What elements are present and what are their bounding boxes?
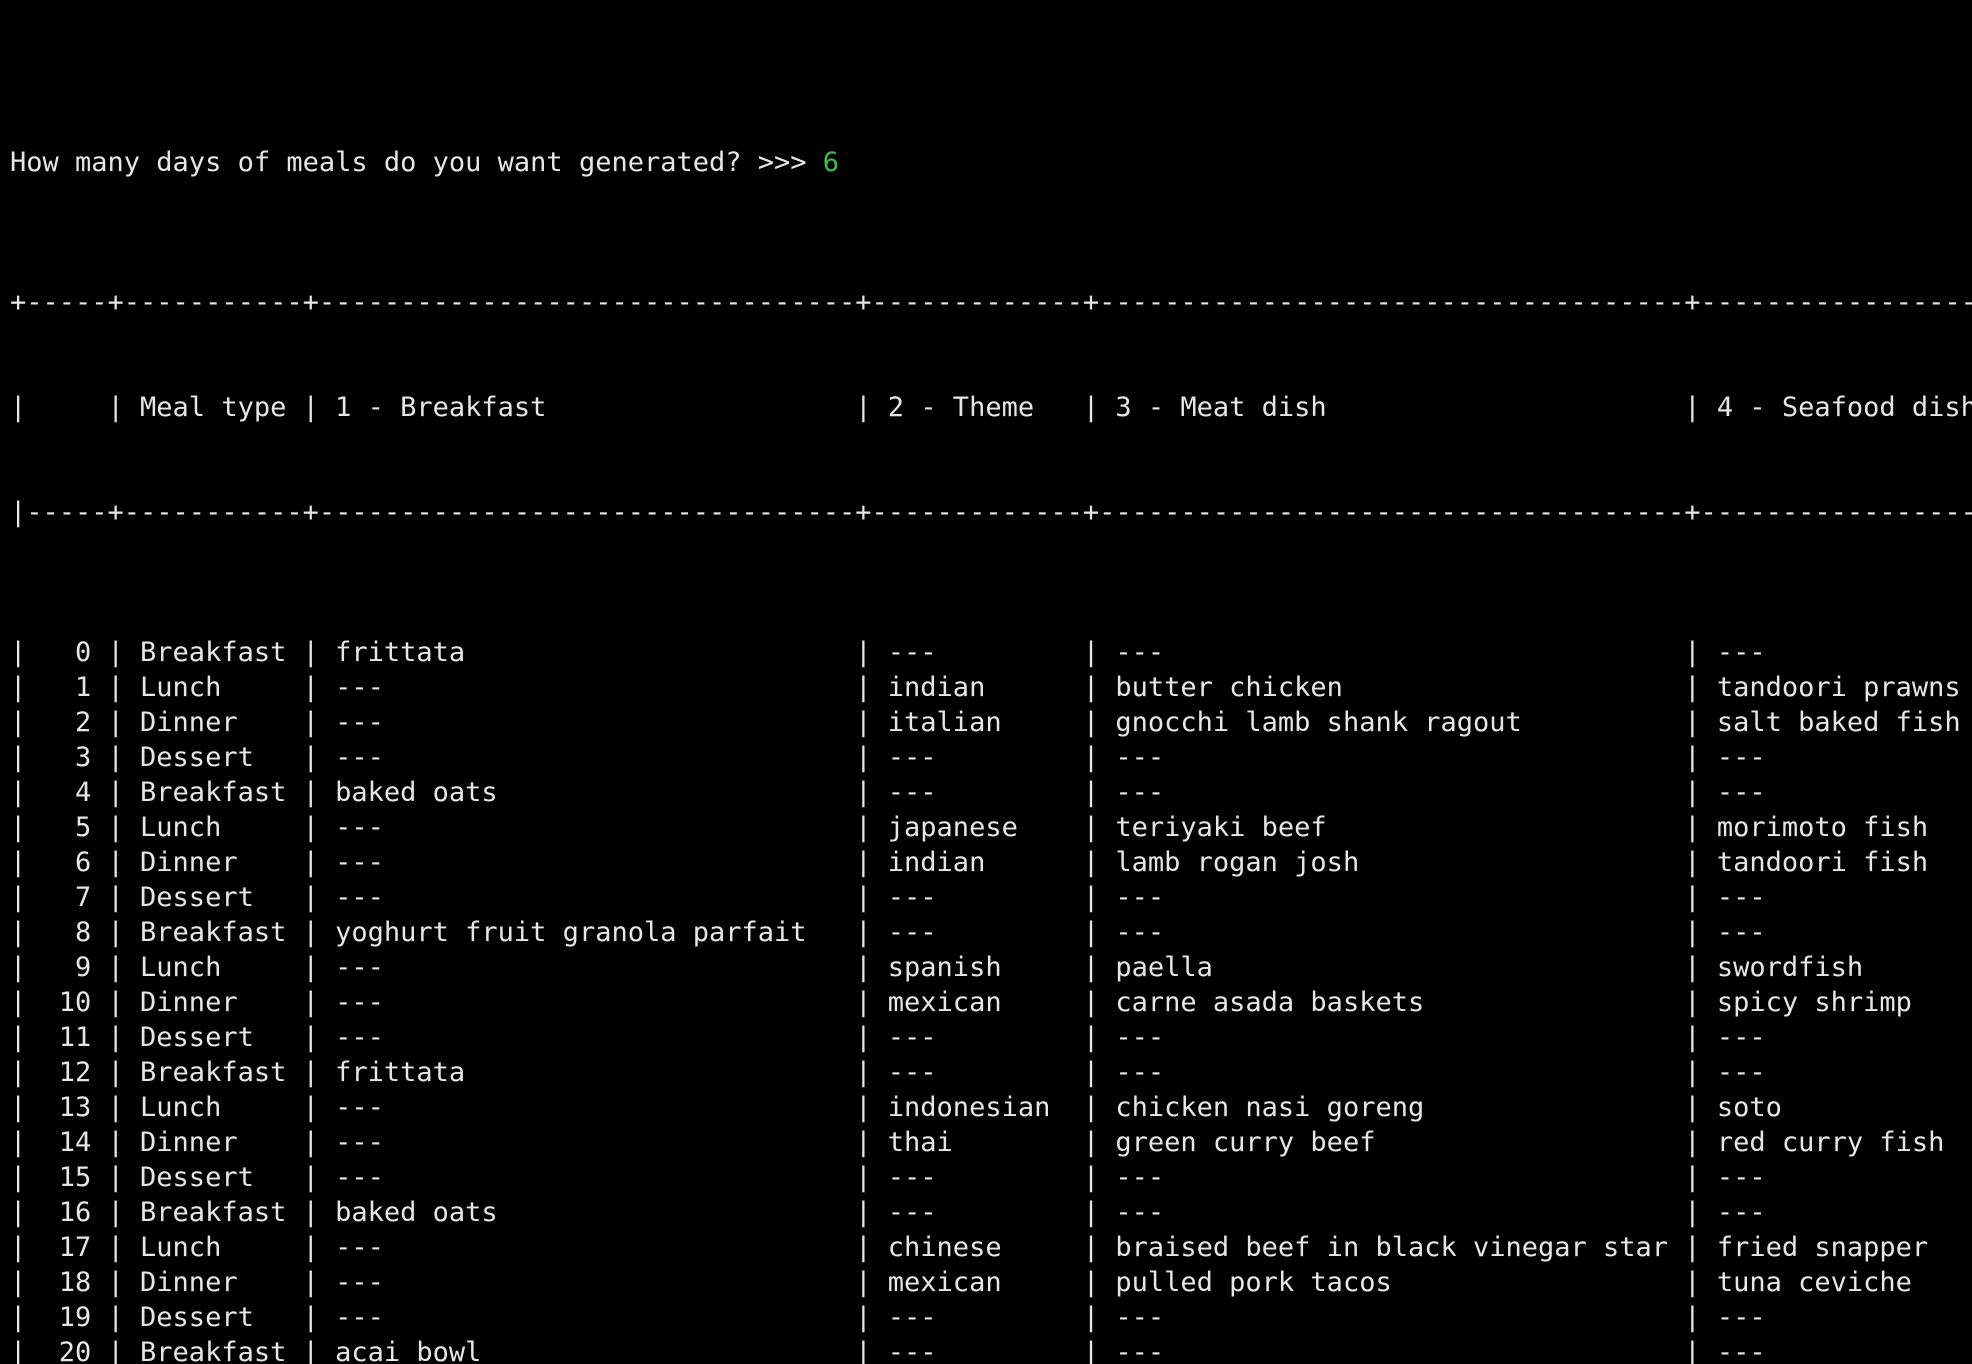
table-row: | 4 | Breakfast | baked oats | --- | ---…	[10, 777, 1972, 808]
prompt-days-question: How many days of meals do you want gener…	[10, 147, 807, 178]
table-row: | 8 | Breakfast | yoghurt fruit granola …	[10, 917, 1972, 948]
table-row: | 10 | Dinner | --- | mexican | carne as…	[10, 987, 1972, 1018]
table-row: | 2 | Dinner | --- | italian | gnocchi l…	[10, 707, 1972, 738]
table-header-row: | | Meal type | 1 - Breakfast | 2 - Them…	[10, 392, 1972, 423]
prompt-days-answer: 6	[806, 147, 840, 178]
table-row: | 14 | Dinner | --- | thai | green curry…	[10, 1127, 1972, 1158]
table-row: | 13 | Lunch | --- | indonesian | chicke…	[10, 1092, 1972, 1123]
table-row: | 3 | Dessert | --- | --- | --- | --- |	[10, 742, 1972, 773]
table-row: | 17 | Lunch | --- | chinese | braised b…	[10, 1232, 1972, 1263]
table-row: | 7 | Dessert | --- | --- | --- | --- |	[10, 882, 1972, 913]
table-body: | 0 | Breakfast | frittata | --- | --- |…	[10, 635, 1972, 1364]
table-row: | 18 | Dinner | --- | mexican | pulled p…	[10, 1267, 1972, 1298]
table-row: | 12 | Breakfast | frittata | --- | --- …	[10, 1057, 1972, 1088]
table-row: | 20 | Breakfast | acai bowl | --- | ---…	[10, 1337, 1972, 1364]
prompt-days-line: How many days of meals do you want gener…	[10, 145, 1972, 180]
table-row: | 1 | Lunch | --- | indian | butter chic…	[10, 672, 1972, 703]
table-row: | 6 | Dinner | --- | indian | lamb rogan…	[10, 847, 1972, 878]
table-border-top: +-----+-----------+---------------------…	[10, 287, 1972, 318]
table-row: | 16 | Breakfast | baked oats | --- | --…	[10, 1197, 1972, 1228]
table-row: | 11 | Dessert | --- | --- | --- | --- |	[10, 1022, 1972, 1053]
table-row: | 15 | Dessert | --- | --- | --- | --- |	[10, 1162, 1972, 1193]
terminal-window[interactable]: How many days of meals do you want gener…	[0, 0, 1972, 1364]
table-border-header: |-----+-----------+---------------------…	[10, 497, 1972, 528]
table-row: | 5 | Lunch | --- | japanese | teriyaki …	[10, 812, 1972, 843]
table-row: | 9 | Lunch | --- | spanish | paella | s…	[10, 952, 1972, 983]
table-row: | 19 | Dessert | --- | --- | --- | --- |	[10, 1302, 1972, 1333]
table-row: | 0 | Breakfast | frittata | --- | --- |…	[10, 637, 1972, 668]
terminal-screen: How many days of meals do you want gener…	[10, 40, 1972, 1364]
